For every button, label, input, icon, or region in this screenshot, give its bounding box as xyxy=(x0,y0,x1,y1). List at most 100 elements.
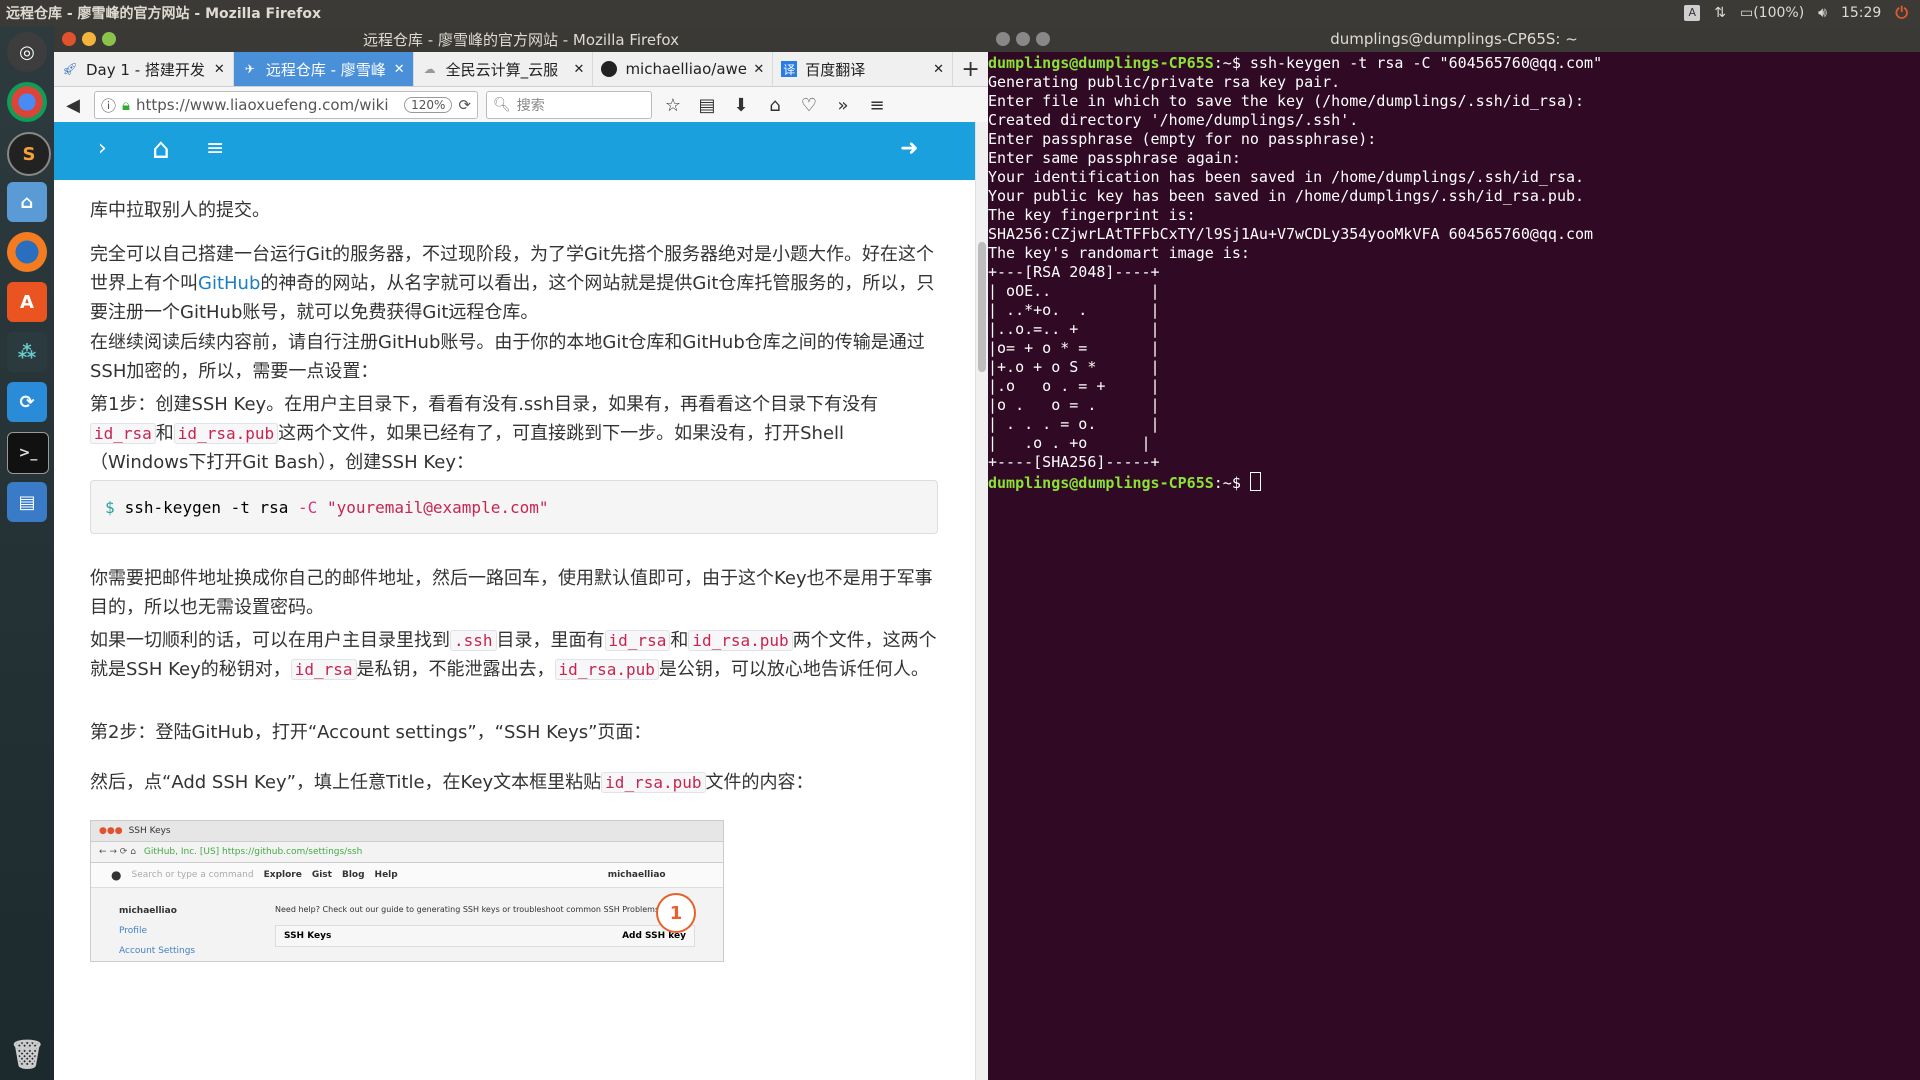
maximize-window-button[interactable] xyxy=(102,32,116,46)
software-center-icon[interactable]: A xyxy=(7,282,47,322)
screenshot-user: michaelliao xyxy=(607,870,666,880)
tab-label: Day 1 - 搭建开发 xyxy=(86,60,205,79)
network-icon[interactable]: ⇅ xyxy=(1714,5,1726,21)
step-badge: 1 xyxy=(656,893,696,933)
volume-icon[interactable]: 🔊︎ xyxy=(1818,5,1827,21)
screenshot-keys-title: SSH Keys xyxy=(284,931,332,941)
close-tab-icon[interactable]: ✕ xyxy=(214,62,225,77)
github-octocat-icon: ● xyxy=(111,868,122,882)
code-string: "youremail@example.com" xyxy=(326,497,549,517)
scrollbar-thumb[interactable] xyxy=(978,242,986,372)
close-tab-icon[interactable]: ✕ xyxy=(394,62,405,77)
translate-icon: 译 xyxy=(781,61,798,77)
downloads-icon[interactable]: ⬇ xyxy=(728,95,754,116)
terminal-line: Created directory '/home/dumplings/.ssh'… xyxy=(988,111,1359,129)
terminal-line: Enter file in which to save the key (/ho… xyxy=(988,92,1585,110)
tab-github[interactable]: michaelliao/awe ✕ xyxy=(593,52,774,86)
terminal-line: | .o . +o | xyxy=(988,434,1151,452)
firefox-icon[interactable] xyxy=(7,232,47,272)
terminal-prompt-line: dumplings@dumplings-CP65S:~$ xyxy=(988,472,1920,493)
screenshot-urlbar: ← → ⟳ ⌂ GitHub, Inc. [US] https://github… xyxy=(91,842,723,863)
power-icon[interactable]: ⏻ xyxy=(1895,3,1908,23)
clock[interactable]: 15:29 xyxy=(1841,5,1881,21)
menu-icon[interactable]: ≡ xyxy=(864,95,890,116)
home-icon[interactable]: ⌂ xyxy=(762,95,788,116)
search-placeholder: 搜索 xyxy=(516,98,545,114)
terminal-line: |..o.=.. + | xyxy=(988,320,1160,338)
workspace-icon[interactable]: ▤ xyxy=(7,482,47,522)
paragraph: 第1步：创建SSH Key。在用户主目录下，看看有没有.ssh目录，如果有，再看… xyxy=(90,390,940,477)
home-icon[interactable]: ⌂ xyxy=(152,132,170,165)
sublime-icon[interactable]: S xyxy=(7,132,51,176)
close-tab-icon[interactable]: ✕ xyxy=(574,62,585,77)
tab-cloud[interactable]: ☁︎ 全民云计算_云服 ✕ xyxy=(414,52,594,86)
tab-day1[interactable]: 🚀︎ Day 1 - 搭建开发 ✕ xyxy=(54,52,234,86)
pocket-icon[interactable]: ♡ xyxy=(796,95,822,116)
paragraph: 库中拉取别人的提交。 xyxy=(90,196,940,225)
screenshot-side-user: michaelliao xyxy=(119,906,177,916)
screenshot-github-header: ● Search or type a command Explore Gist … xyxy=(91,863,723,888)
login-icon[interactable]: ➜ xyxy=(900,136,918,161)
maximize-window-button[interactable] xyxy=(1036,32,1050,46)
bookmarks-list-icon[interactable]: ▤ xyxy=(694,95,720,116)
tab-strip: 🚀︎ Day 1 - 搭建开发 ✕ ✈︎ 远程仓库 - 廖雪峰 ✕ ☁︎ 全民云… xyxy=(54,52,988,87)
terminal-line: Your identification has been saved in /h… xyxy=(988,168,1585,186)
url-text[interactable]: https://www.liaoxuefeng.com/wiki xyxy=(136,96,398,114)
github-link[interactable]: GitHub xyxy=(198,273,260,294)
close-window-button[interactable] xyxy=(996,32,1010,46)
close-tab-icon[interactable]: ✕ xyxy=(753,62,764,77)
overflow-icon[interactable]: » xyxy=(830,95,856,116)
info-icon[interactable]: ⓘ xyxy=(101,95,116,116)
dash-icon[interactable]: ◎ xyxy=(7,32,47,72)
article-content: 库中拉取别人的提交。 完全可以自己搭建一台运行Git的服务器，不过现阶段，为了学… xyxy=(54,180,976,1080)
terminal-line: The key's randomart image is: xyxy=(988,244,1250,262)
screenshot-window-dots-icon: ●●● xyxy=(99,826,123,836)
terminal-line: |o= + o * = | xyxy=(988,339,1160,357)
terminal-output[interactable]: dumplings@dumplings-CP65S:~$ ssh-keygen … xyxy=(988,52,1920,493)
cloud-icon: ☁︎ xyxy=(423,62,436,76)
close-window-button[interactable] xyxy=(62,32,76,46)
back-icon[interactable]: ◀ xyxy=(60,95,86,116)
screenshot-ssh-keys-box: SSH Keys Add SSH key xyxy=(275,925,695,947)
bookmark-star-icon[interactable]: ☆ xyxy=(660,95,686,116)
battery-indicator[interactable]: ▭(100%) xyxy=(1740,5,1804,21)
trash-icon[interactable]: 🗑︎ xyxy=(7,1034,47,1074)
inline-code: id_rsa.pub xyxy=(688,630,793,651)
terminal-line: The key fingerprint is: xyxy=(988,206,1196,224)
screenshot-tab: SSH Keys xyxy=(128,826,171,836)
tab-baidu-translate[interactable]: 译 百度翻译 ✕ xyxy=(773,52,954,86)
active-window-title: 远程仓库 - 廖雪峰的官方网站 - Mozilla Firefox xyxy=(6,6,322,22)
terminal-icon[interactable]: >_ xyxy=(7,432,49,474)
reload-icon[interactable]: ⟳ xyxy=(458,96,471,114)
zoom-indicator[interactable]: 120% xyxy=(404,97,453,113)
chevron-right-icon[interactable]: › xyxy=(98,136,107,161)
network-tool-icon[interactable]: ⁂ xyxy=(7,332,47,372)
screenshot-search: Search or type a command xyxy=(131,870,254,880)
search-box[interactable]: 🔍︎ 搜索 xyxy=(486,91,652,119)
tab-label: michaelliao/awe xyxy=(625,60,748,78)
new-tab-button[interactable]: + xyxy=(953,52,988,86)
paragraph: 在继续阅读后续内容前，请自行注册GitHub账号。由于你的本地Git仓库和Git… xyxy=(90,328,940,386)
terminal-prompt: dumplings@dumplings-CP65S xyxy=(988,54,1214,72)
inline-code: id_rsa xyxy=(290,659,357,680)
navigation-toolbar: ◀ ⓘ 🔒︎ https://www.liaoxuefeng.com/wiki … xyxy=(54,87,988,124)
page-scrollbar[interactable] xyxy=(975,122,988,1080)
minimize-window-button[interactable] xyxy=(82,32,96,46)
code-command: ssh-keygen -t rsa xyxy=(124,497,299,517)
terminal-window-title: dumplings@dumplings-CP65S: ~ xyxy=(1330,30,1578,48)
tab-remote-repo[interactable]: ✈︎ 远程仓库 - 廖雪峰 ✕ xyxy=(233,52,414,86)
paragraph-text: 是公钥，可以放心地告诉任何人。 xyxy=(658,659,929,680)
minimize-window-button[interactable] xyxy=(1016,32,1030,46)
update-icon[interactable]: ⟳ xyxy=(7,382,47,422)
url-bar[interactable]: ⓘ 🔒︎ https://www.liaoxuefeng.com/wiki 12… xyxy=(94,91,478,119)
files-icon[interactable]: ⌂ xyxy=(7,182,47,222)
chrome-icon[interactable] xyxy=(7,82,47,122)
screenshot-side-item: Account Settings xyxy=(119,946,196,956)
battery-icon: ▭ xyxy=(1739,5,1754,21)
terminal-line: Generating public/private rsa key pair. xyxy=(988,73,1341,91)
close-tab-icon[interactable]: ✕ xyxy=(933,62,944,77)
github-icon xyxy=(601,61,618,77)
keyboard-layout-icon[interactable]: A xyxy=(1684,5,1701,21)
terminal-line: +---[RSA 2048]----+ xyxy=(988,263,1160,281)
hamburger-icon[interactable]: ≡ xyxy=(206,136,224,161)
